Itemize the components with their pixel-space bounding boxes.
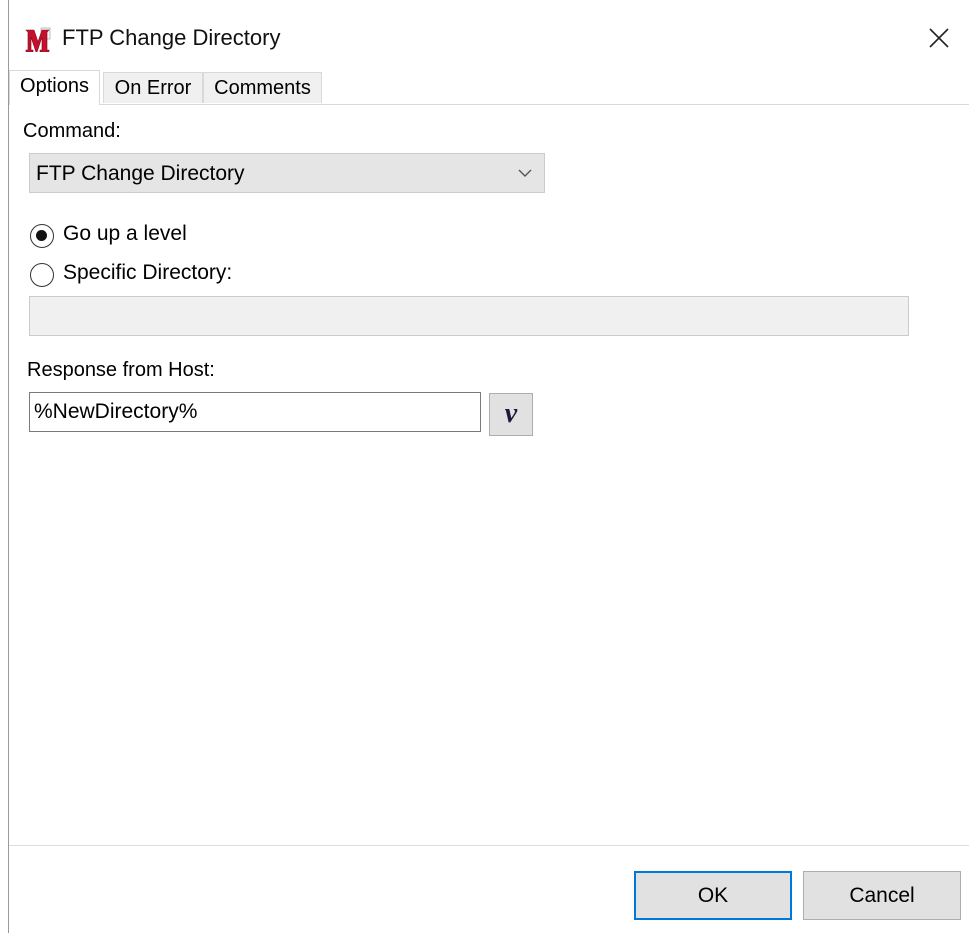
radio-specific-button[interactable] [30, 263, 54, 287]
cancel-button[interactable]: Cancel [803, 871, 961, 920]
radio-selected-dot [36, 230, 47, 241]
specific-directory-input[interactable] [29, 296, 909, 336]
variable-picker-button[interactable]: v [489, 393, 533, 436]
radio-go-up-label: Go up a level [63, 222, 187, 245]
command-dropdown-value: FTP Change Directory [36, 162, 245, 185]
window-title: FTP Change Directory [62, 25, 281, 50]
command-label: Command: [23, 120, 121, 142]
window-left-border [8, 0, 9, 933]
variable-icon: v [504, 398, 518, 429]
tab-divider [9, 104, 969, 105]
tab-comments[interactable]: Comments [203, 72, 322, 103]
title-bar: FTP Change Directory [9, 0, 969, 72]
radio-go-up-button[interactable] [30, 224, 54, 248]
footer-divider [9, 845, 969, 846]
close-icon[interactable] [921, 20, 957, 56]
chevron-down-icon [518, 169, 532, 177]
response-from-host-label: Response from Host: [27, 359, 215, 381]
radio-specific-label: Specific Directory: [63, 261, 233, 284]
command-dropdown[interactable]: FTP Change Directory [29, 153, 545, 193]
ok-button[interactable]: OK [634, 871, 792, 920]
response-from-host-input[interactable]: %NewDirectory% [29, 392, 481, 432]
ftp-change-directory-dialog: FTP Change Directory Options On Error Co… [0, 0, 969, 933]
tab-on-error[interactable]: On Error [103, 72, 203, 103]
tab-options[interactable]: Options [9, 70, 100, 105]
close-button[interactable] [921, 20, 957, 56]
app-logo-icon [25, 27, 51, 52]
